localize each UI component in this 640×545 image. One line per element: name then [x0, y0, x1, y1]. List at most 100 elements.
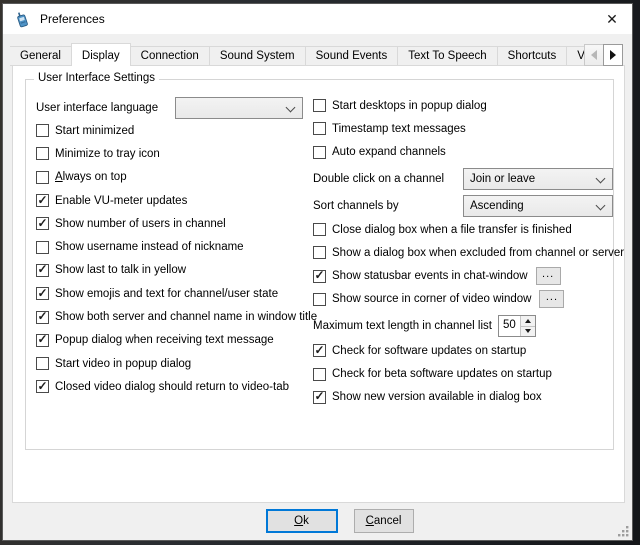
sort-channels-label: Sort channels by: [313, 200, 399, 212]
checkbox-label: Show emojis and text for channel/user st…: [55, 288, 278, 300]
left-column: User interface language Start minimized: [36, 97, 312, 399]
tab[interactable]: Sound Events: [305, 46, 399, 66]
left-checkbox-list: Start minimized Minimize to tray icon: [36, 119, 312, 399]
checkbox-row[interactable]: Start desktops in popup dialog: [313, 94, 625, 117]
ellipsis-button[interactable]: ...: [539, 290, 564, 308]
tab[interactable]: Video: [566, 46, 584, 66]
double-click-combobox[interactable]: Join or leave: [463, 168, 613, 190]
spinner-value: 50: [499, 316, 520, 336]
checkbox[interactable]: [36, 380, 49, 393]
dialog-button-row: Ok Cancel: [25, 509, 640, 533]
checkbox-label: Show username instead of nickname: [55, 241, 244, 253]
checkbox[interactable]: [36, 311, 49, 324]
tab[interactable]: Sound System: [209, 46, 306, 66]
close-icon[interactable]: ✕: [592, 4, 632, 34]
tab-scroll-right-icon[interactable]: [603, 44, 623, 66]
checkbox-row[interactable]: Start minimized: [36, 119, 312, 142]
checkbox-row[interactable]: Show both server and channel name in win…: [36, 305, 312, 328]
spinner-up-icon[interactable]: [521, 316, 535, 327]
checkbox-row[interactable]: Start video in popup dialog: [36, 352, 312, 375]
titlebar[interactable]: Preferences ✕: [3, 4, 632, 34]
checkbox[interactable]: [313, 344, 326, 357]
language-combobox[interactable]: [175, 97, 303, 119]
checkbox[interactable]: [36, 334, 49, 347]
checkbox-label: Check for software updates on startup: [332, 345, 526, 357]
checkbox-row[interactable]: Show source in corner of video window ..…: [313, 288, 625, 311]
checkbox[interactable]: [36, 194, 49, 207]
checkbox-label: Show statusbar events in chat-window: [332, 270, 528, 282]
checkbox[interactable]: [36, 124, 49, 137]
max-text-length-row: Maximum text length in channel list 50: [313, 314, 625, 338]
tab[interactable]: Connection: [130, 46, 210, 66]
checkbox[interactable]: [313, 146, 326, 159]
checkbox[interactable]: [313, 99, 326, 112]
resize-grip-icon[interactable]: [616, 524, 630, 538]
checkbox-row[interactable]: Closed video dialog should return to vid…: [36, 375, 312, 398]
tab[interactable]: Text To Speech: [397, 46, 497, 66]
max-text-length-spinner[interactable]: 50: [498, 315, 536, 337]
checkbox-label: Show a dialog box when excluded from cha…: [332, 247, 624, 259]
chevron-down-icon: [596, 200, 606, 210]
checkbox[interactable]: [36, 357, 49, 370]
checkbox-row[interactable]: Timestamp text messages: [313, 117, 625, 140]
checkbox[interactable]: [313, 270, 326, 283]
checkbox-row[interactable]: Show statusbar events in chat-window ...: [313, 264, 625, 287]
checkbox-row[interactable]: Show emojis and text for channel/user st…: [36, 282, 312, 305]
checkbox-label: Show new version available in dialog box: [332, 391, 542, 403]
checkbox[interactable]: [313, 368, 326, 381]
tab[interactable]: Shortcuts: [497, 46, 568, 66]
checkbox-label: Always on top: [55, 171, 127, 183]
checkbox-label: Close dialog box when a file transfer is…: [332, 224, 572, 236]
checkbox-row[interactable]: Minimize to tray icon: [36, 142, 312, 165]
checkbox-row[interactable]: Show new version available in dialog box: [313, 386, 625, 409]
checkbox[interactable]: [313, 122, 326, 135]
checkbox[interactable]: [36, 287, 49, 300]
checkbox[interactable]: [36, 217, 49, 230]
right-mid-checkbox-list: Close dialog box when a file transfer is…: [313, 218, 625, 311]
checkbox-row[interactable]: Show last to talk in yellow: [36, 259, 312, 282]
checkbox-row[interactable]: Show a dialog box when excluded from cha…: [313, 241, 625, 264]
checkbox-row[interactable]: Auto expand channels: [313, 141, 625, 164]
spinner-down-icon[interactable]: [521, 327, 535, 337]
checkbox-row[interactable]: Popup dialog when receiving text message: [36, 329, 312, 352]
checkbox-label: Show number of users in channel: [55, 218, 226, 230]
language-row: User interface language: [36, 97, 312, 119]
checkbox-row[interactable]: Show username instead of nickname: [36, 235, 312, 258]
checkbox-row[interactable]: Close dialog box when a file transfer is…: [313, 218, 625, 241]
ok-button[interactable]: Ok: [266, 509, 338, 533]
checkbox-label: Closed video dialog should return to vid…: [55, 381, 289, 393]
double-click-label: Double click on a channel: [313, 173, 444, 185]
checkbox-label: Timestamp text messages: [332, 123, 466, 135]
checkbox-row[interactable]: Enable VU-meter updates: [36, 189, 312, 212]
checkbox-label: Start minimized: [55, 125, 134, 137]
double-click-value: Join or leave: [470, 173, 535, 185]
user-interface-settings-group: User Interface Settings User interface l…: [25, 79, 614, 450]
checkbox[interactable]: [313, 391, 326, 404]
checkbox-label: Start desktops in popup dialog: [332, 100, 487, 112]
checkbox-label: Auto expand channels: [332, 146, 446, 158]
tab-scroll-left-icon[interactable]: [584, 44, 604, 66]
checkbox[interactable]: [313, 293, 326, 306]
sort-channels-row: Sort channels by Ascending: [313, 195, 625, 217]
checkbox-row[interactable]: Always on top: [36, 166, 312, 189]
tab[interactable]: General: [10, 46, 72, 66]
sort-channels-combobox[interactable]: Ascending: [463, 195, 613, 217]
checkbox-label: Show last to talk in yellow: [55, 264, 186, 276]
chevron-down-icon: [286, 103, 296, 113]
checkbox-label: Minimize to tray icon: [55, 148, 160, 160]
checkbox[interactable]: [36, 264, 49, 277]
checkbox[interactable]: [313, 223, 326, 236]
right-top-checkbox-list: Start desktops in popup dialog Timestamp…: [313, 94, 625, 164]
ellipsis-button[interactable]: ...: [536, 267, 561, 285]
tab-list: General Display Connection Sound System …: [10, 43, 584, 66]
checkbox[interactable]: [36, 241, 49, 254]
checkbox-row[interactable]: Check for software updates on startup: [313, 339, 625, 362]
tab[interactable]: Display: [71, 43, 131, 66]
checkbox-row[interactable]: Show number of users in channel: [36, 212, 312, 235]
checkbox[interactable]: [36, 171, 49, 184]
checkbox[interactable]: [36, 147, 49, 160]
checkbox[interactable]: [313, 246, 326, 259]
cancel-button[interactable]: Cancel: [354, 509, 414, 533]
checkbox-row[interactable]: Check for beta software updates on start…: [313, 362, 625, 385]
right-bottom-checkbox-list: Check for software updates on startup Ch…: [313, 339, 625, 409]
